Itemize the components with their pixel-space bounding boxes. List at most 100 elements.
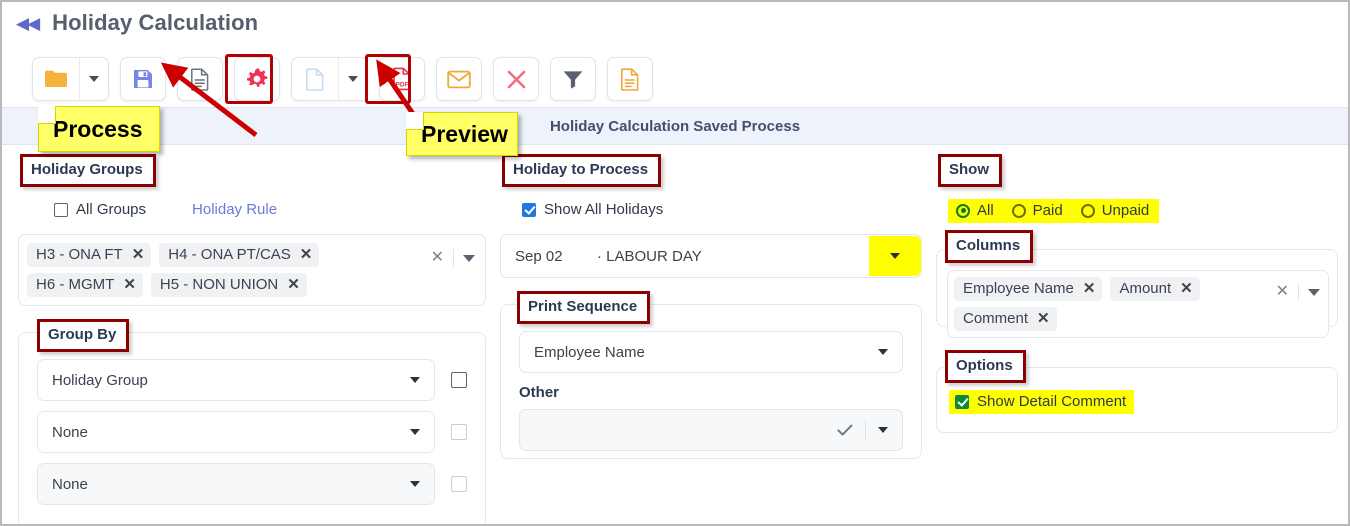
- chip-remove-icon[interactable]: ✕: [132, 247, 145, 262]
- show-radio-group: All Paid Unpaid: [948, 199, 1338, 223]
- group-by-checkbox-3[interactable]: [451, 476, 467, 492]
- columns-multiselect[interactable]: Employee Name ✕ Amount ✕ Comment ✕ ✕: [947, 270, 1329, 338]
- callout-note-preview: Preview: [406, 112, 518, 156]
- check-icon[interactable]: [837, 423, 853, 437]
- chevron-down-icon[interactable]: [463, 254, 475, 262]
- open-folder-button[interactable]: [33, 58, 79, 100]
- chevron-down-icon[interactable]: [410, 377, 420, 383]
- folder-icon: [45, 70, 67, 87]
- note-fold-icon: [406, 112, 424, 130]
- holiday-select-date: Sep 02: [515, 247, 563, 265]
- toolbar-group-open: [32, 57, 109, 101]
- clear-all-icon[interactable]: ✕: [431, 250, 444, 266]
- holiday-groups-title-box: Holiday Groups: [20, 154, 156, 187]
- columns-controls: ✕: [1268, 277, 1324, 301]
- group-by-panel: Group By Holiday Group None None: [18, 319, 486, 524]
- show-radio-paid[interactable]: Paid: [1011, 202, 1063, 219]
- chip[interactable]: H4 - ONA PT/CAS ✕: [159, 243, 320, 267]
- toolbar-group-new: [291, 57, 368, 101]
- document-orange-icon: [621, 67, 639, 91]
- chip[interactable]: Amount ✕: [1110, 277, 1200, 301]
- banner-title: Holiday Calculation Saved Process: [549, 117, 801, 135]
- chip-remove-icon[interactable]: ✕: [1083, 281, 1096, 296]
- delete-button[interactable]: [493, 57, 539, 101]
- callout-note-preview-label: Preview: [421, 120, 508, 147]
- holiday-select[interactable]: Sep 02 · LABOUR DAY: [500, 234, 922, 278]
- holiday-groups-multiselect[interactable]: H3 - ONA FT ✕ H4 - ONA PT/CAS ✕ H6 - MGM…: [18, 234, 486, 306]
- export-button[interactable]: [607, 57, 653, 101]
- chevron-down-icon[interactable]: [878, 349, 888, 355]
- columns-chip-list: Employee Name ✕ Amount ✕ Comment ✕: [954, 277, 1268, 331]
- funnel-icon: [563, 71, 583, 89]
- chevron-down-icon[interactable]: [1308, 288, 1320, 296]
- caret-down-icon: [89, 76, 99, 82]
- show-title-box: Show: [938, 154, 1002, 187]
- group-by-row: Holiday Group: [37, 359, 467, 401]
- print-sequence-select[interactable]: Employee Name: [519, 331, 903, 373]
- chip-label: H5 - NON UNION: [159, 276, 279, 293]
- all-groups-checkbox[interactable]: [54, 202, 68, 217]
- chevron-down-icon[interactable]: [410, 481, 420, 487]
- double-chevron-left-icon[interactable]: ◀◀: [16, 15, 40, 33]
- chip-remove-icon[interactable]: ✕: [123, 277, 136, 292]
- blank-page-icon: [306, 67, 324, 91]
- chevron-down-icon[interactable]: [410, 429, 420, 435]
- columns-title: Columns: [956, 237, 1021, 254]
- options-title: Options: [956, 357, 1013, 374]
- chip-remove-icon[interactable]: ✕: [1180, 281, 1193, 296]
- group-by-title-box: Group By: [37, 319, 130, 352]
- filter-button[interactable]: [550, 57, 596, 101]
- group-by-select-3[interactable]: None: [37, 463, 435, 505]
- group-by-select-1[interactable]: Holiday Group: [37, 359, 435, 401]
- open-folder-dropdown-button[interactable]: [79, 58, 108, 100]
- radio-icon: [1080, 203, 1095, 218]
- chip-label: Comment: [963, 310, 1029, 327]
- group-by-checkbox-2[interactable]: [451, 424, 467, 440]
- new-document-button[interactable]: [292, 58, 338, 100]
- chip[interactable]: Employee Name ✕: [954, 277, 1103, 301]
- other-label: Other: [519, 384, 560, 401]
- show-all-holidays-row: Show All Holidays: [522, 201, 924, 218]
- show-detail-comment-row[interactable]: Show Detail Comment: [949, 390, 1135, 414]
- chip[interactable]: Comment ✕: [954, 307, 1057, 331]
- holiday-select-dropdown-button[interactable]: [869, 236, 921, 276]
- chip[interactable]: H5 - NON UNION ✕: [150, 273, 307, 297]
- show-all-holidays-label: Show All Holidays: [544, 201, 664, 218]
- radio-icon: [956, 203, 970, 218]
- all-groups-label: All Groups: [76, 201, 147, 218]
- divider: [453, 249, 454, 267]
- chip-remove-icon[interactable]: ✕: [1037, 311, 1050, 326]
- group-by-select-2[interactable]: None: [37, 411, 435, 453]
- chip[interactable]: H6 - MGMT ✕: [27, 273, 143, 297]
- chip-label: H6 - MGMT: [36, 276, 115, 293]
- chip-label: H3 - ONA FT: [36, 246, 123, 263]
- show-radio-unpaid[interactable]: Unpaid: [1080, 202, 1149, 219]
- new-document-dropdown-button[interactable]: [338, 58, 367, 100]
- chip-label: Amount: [1119, 280, 1172, 297]
- other-input[interactable]: [519, 409, 903, 451]
- group-by-checkbox-1[interactable]: [451, 372, 467, 388]
- divider: [865, 420, 866, 440]
- page-title: Holiday Calculation: [52, 10, 259, 35]
- chevron-down-icon[interactable]: [878, 427, 888, 433]
- options-title-box: Options: [945, 350, 1026, 383]
- show-radio-all[interactable]: All: [956, 202, 994, 219]
- show-radio-all-label: All: [977, 202, 994, 219]
- columns-panel: Columns Employee Name ✕ Amount ✕ Comment…: [936, 230, 1338, 338]
- holiday-to-process-title: Holiday to Process: [513, 161, 649, 178]
- holiday-rule-link[interactable]: Holiday Rule: [192, 201, 277, 218]
- callout-note-process-label: Process: [53, 115, 143, 142]
- chip[interactable]: H3 - ONA FT ✕: [27, 243, 152, 267]
- holiday-groups-title: Holiday Groups: [31, 161, 143, 178]
- print-sequence-title: Print Sequence: [528, 298, 638, 315]
- chip-label: H4 - ONA PT/CAS: [168, 246, 291, 263]
- clear-all-icon[interactable]: ✕: [1276, 284, 1289, 300]
- chip-remove-icon[interactable]: ✕: [300, 247, 313, 262]
- show-title: Show: [949, 161, 989, 178]
- show-detail-comment-checkbox[interactable]: [955, 394, 969, 409]
- toolbar: PDF: [32, 57, 653, 101]
- show-all-holidays-checkbox[interactable]: [522, 202, 536, 217]
- title-bar: ◀◀ Holiday Calculation: [2, 2, 1348, 44]
- print-sequence-title-box: Print Sequence: [517, 291, 651, 324]
- chip-remove-icon[interactable]: ✕: [287, 277, 300, 292]
